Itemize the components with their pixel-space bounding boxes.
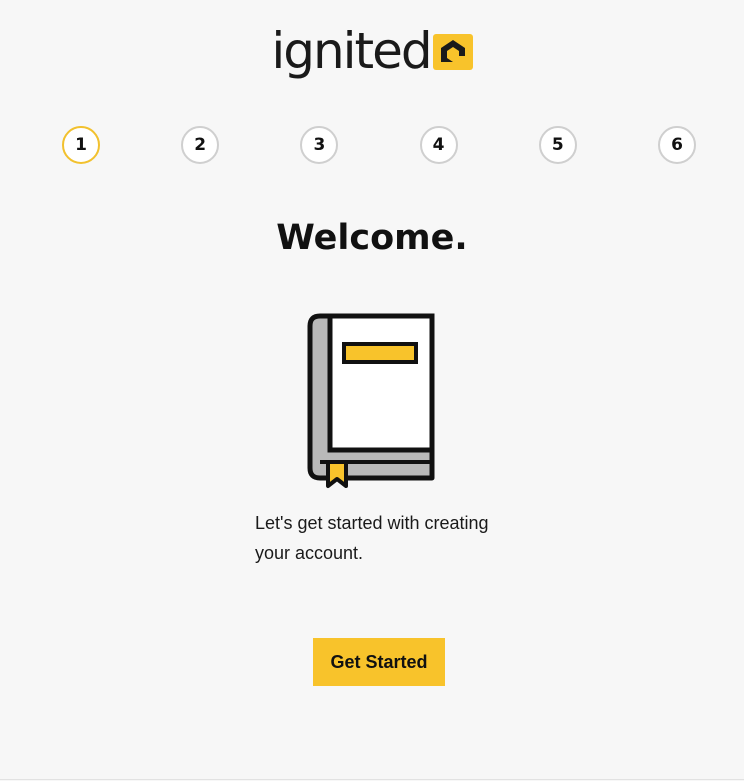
step-4[interactable]: 4 bbox=[419, 126, 458, 164]
brand-name: ignited bbox=[271, 22, 432, 80]
get-started-button[interactable]: Get Started bbox=[313, 638, 445, 686]
step-1[interactable]: 1 bbox=[62, 126, 100, 164]
divider bbox=[0, 779, 744, 780]
step-6[interactable]: 6 bbox=[658, 126, 696, 164]
step-3[interactable]: 3 bbox=[300, 126, 339, 164]
progress-steps: 1 2 3 4 5 6 bbox=[62, 126, 696, 164]
step-2[interactable]: 2 bbox=[181, 126, 220, 164]
book-icon bbox=[307, 313, 435, 488]
brand-logo: ignited bbox=[0, 26, 744, 76]
step-5[interactable]: 5 bbox=[538, 126, 577, 164]
page-title: Welcome. bbox=[276, 218, 468, 258]
brand-mark-icon bbox=[432, 34, 473, 70]
intro-text: Let's get started with creating your acc… bbox=[255, 513, 489, 563]
